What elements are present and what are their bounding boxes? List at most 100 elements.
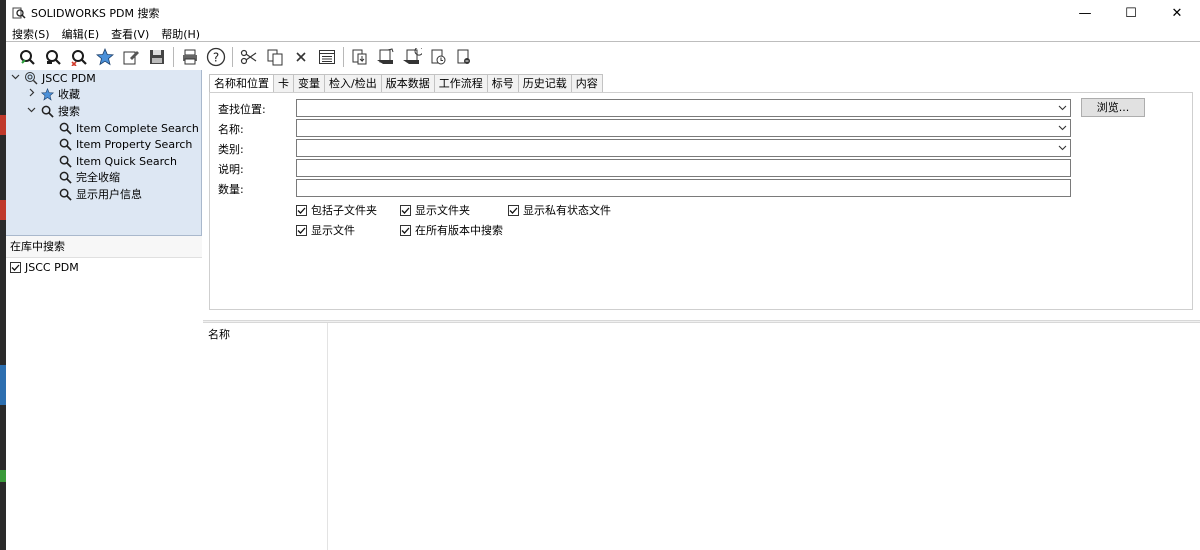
- vault-panel-heading: 在库中搜索: [6, 236, 202, 258]
- show-private-state-files-checkbox[interactable]: [508, 204, 519, 216]
- include-subfolders-label: 包括子文件夹: [311, 204, 377, 217]
- menu-view[interactable]: 查看(V): [111, 26, 149, 42]
- tab-contents[interactable]: 内容: [570, 74, 603, 92]
- show-folders-checkbox[interactable]: [400, 204, 411, 216]
- tab-variables[interactable]: 变量: [293, 74, 325, 92]
- print-icon[interactable]: [177, 45, 203, 69]
- include-subfolders-checkbox[interactable]: [296, 204, 307, 216]
- tab-workflow[interactable]: 工作流程: [433, 74, 488, 92]
- tab-label[interactable]: 标号: [486, 74, 519, 92]
- cut-icon[interactable]: [236, 45, 262, 69]
- tree-item-label: 搜索: [58, 105, 80, 118]
- left-navigation-pane: JSCC PDM 收藏 搜索 Item Complete Search Item…: [6, 70, 202, 550]
- tree-item-quick-search[interactable]: Item Quick Search: [58, 153, 177, 169]
- tree-item-label: Item Property Search: [76, 137, 193, 151]
- search-all-versions-option[interactable]: 在所有版本中搜索: [400, 222, 503, 238]
- name-dropdown[interactable]: [296, 119, 1071, 137]
- tree-root-label: JSCC PDM: [42, 71, 96, 85]
- search-all-versions-label: 在所有版本中搜索: [415, 224, 503, 237]
- chevron-down-icon[interactable]: [10, 72, 20, 84]
- show-files-checkbox[interactable]: [296, 224, 307, 236]
- search-red-icon[interactable]: [66, 45, 92, 69]
- tree-item-label: 显示用户信息: [76, 188, 142, 201]
- chevron-down-icon[interactable]: [1057, 142, 1067, 154]
- edit-card-icon[interactable]: [118, 45, 144, 69]
- favorite-star-icon[interactable]: [92, 45, 118, 69]
- vault-checkbox[interactable]: [10, 261, 21, 273]
- toolbar-separator: [173, 46, 174, 67]
- tree-item-property-search[interactable]: Item Property Search: [58, 136, 192, 152]
- include-subfolders-option[interactable]: 包括子文件夹: [296, 202, 377, 218]
- vault-icon: [24, 71, 38, 85]
- tree-item-label: Item Quick Search: [76, 154, 177, 168]
- category-dropdown[interactable]: [296, 139, 1071, 157]
- results-column-name[interactable]: 名称: [203, 323, 328, 550]
- menu-help[interactable]: 帮助(H): [161, 26, 200, 42]
- tree-item-collapse-all[interactable]: 完全收缩: [58, 169, 120, 185]
- search-form-area: 名称和位置 卡 变量 检入/检出 版本数据 工作流程 标号 历史记载 内容 查找…: [203, 70, 1200, 550]
- tree-item-favorites[interactable]: 收藏: [26, 86, 80, 102]
- menu-edit[interactable]: 编辑(E): [62, 26, 100, 42]
- results-list: 名称: [203, 323, 1200, 550]
- undo-checkout-icon[interactable]: [399, 45, 425, 69]
- show-folders-option[interactable]: 显示文件夹: [400, 202, 470, 218]
- search-black-icon[interactable]: [40, 45, 66, 69]
- show-files-option[interactable]: 显示文件: [296, 222, 355, 238]
- properties-icon[interactable]: [314, 45, 340, 69]
- tree-item-show-user-info[interactable]: 显示用户信息: [58, 186, 142, 202]
- help-icon[interactable]: ?: [203, 45, 229, 69]
- delete-icon[interactable]: [288, 45, 314, 69]
- checkin-icon[interactable]: [373, 45, 399, 69]
- toolbar-separator: [232, 46, 233, 67]
- window-title: SOLIDWORKS PDM 搜索: [31, 7, 160, 20]
- maximize-button[interactable]: ☐: [1108, 0, 1154, 26]
- vault-search-panel: 在库中搜索 JSCC PDM: [6, 235, 202, 550]
- search-icon: [58, 137, 72, 151]
- toolbar: ?: [6, 43, 1200, 70]
- search-all-versions-checkbox[interactable]: [400, 224, 411, 236]
- minimize-button[interactable]: —: [1062, 0, 1108, 26]
- chevron-down-icon[interactable]: [26, 105, 36, 117]
- toolbar-separator: [343, 46, 344, 67]
- look-in-label: 查找位置:: [218, 103, 266, 116]
- tab-card[interactable]: 卡: [273, 74, 294, 92]
- chevron-down-icon[interactable]: [1057, 102, 1067, 114]
- browse-button[interactable]: 浏览...: [1081, 98, 1145, 117]
- tab-version-data[interactable]: 版本数据: [380, 74, 435, 92]
- tree-item-label: Item Complete Search: [76, 121, 199, 135]
- vault-label: JSCC PDM: [25, 260, 79, 274]
- search-icon: [58, 154, 72, 168]
- search-icon: [58, 121, 72, 135]
- look-in-dropdown[interactable]: [296, 99, 1071, 117]
- search-icon: [58, 187, 72, 201]
- show-private-state-files-label: 显示私有状态文件: [523, 204, 611, 217]
- tree-item-complete-search[interactable]: Item Complete Search: [58, 120, 199, 136]
- tree-item-search[interactable]: 搜索: [26, 103, 80, 119]
- svg-text:?: ?: [213, 50, 219, 64]
- search-green-icon[interactable]: [14, 45, 40, 69]
- vault-checkbox-row[interactable]: JSCC PDM: [6, 258, 202, 276]
- search-tabs: 名称和位置 卡 变量 检入/检出 版本数据 工作流程 标号 历史记载 内容: [209, 74, 603, 93]
- name-location-panel: 查找位置: 浏览... 名称: 类别: 说明: 数量: 包括子文件夹 显示文件夹…: [209, 92, 1193, 310]
- copy-icon[interactable]: [262, 45, 288, 69]
- file-history-icon[interactable]: [451, 45, 477, 69]
- show-private-state-files-option[interactable]: 显示私有状态文件: [508, 202, 611, 218]
- close-button[interactable]: ✕: [1154, 0, 1200, 26]
- description-label: 说明:: [218, 163, 244, 176]
- checkout-icon[interactable]: [347, 45, 373, 69]
- tree-item-label: 完全收缩: [76, 171, 120, 184]
- chevron-down-icon[interactable]: [1057, 122, 1067, 134]
- tab-history[interactable]: 历史记载: [517, 74, 572, 92]
- tab-checkin-checkout[interactable]: 检入/检出: [324, 74, 382, 92]
- description-field[interactable]: [296, 159, 1071, 177]
- quantity-field[interactable]: [296, 179, 1071, 197]
- save-icon[interactable]: [144, 45, 170, 69]
- search-tree: JSCC PDM 收藏 搜索 Item Complete Search Item…: [6, 70, 202, 235]
- pdm-search-app-icon: [12, 6, 26, 20]
- menu-search[interactable]: 搜索(S): [12, 26, 50, 42]
- tree-root[interactable]: JSCC PDM: [10, 70, 96, 86]
- chevron-right-icon[interactable]: [26, 88, 36, 100]
- get-latest-icon[interactable]: [425, 45, 451, 69]
- menu-bar: 搜索(S) 编辑(E) 查看(V) 帮助(H): [6, 26, 1200, 42]
- tab-name-location[interactable]: 名称和位置: [209, 74, 274, 93]
